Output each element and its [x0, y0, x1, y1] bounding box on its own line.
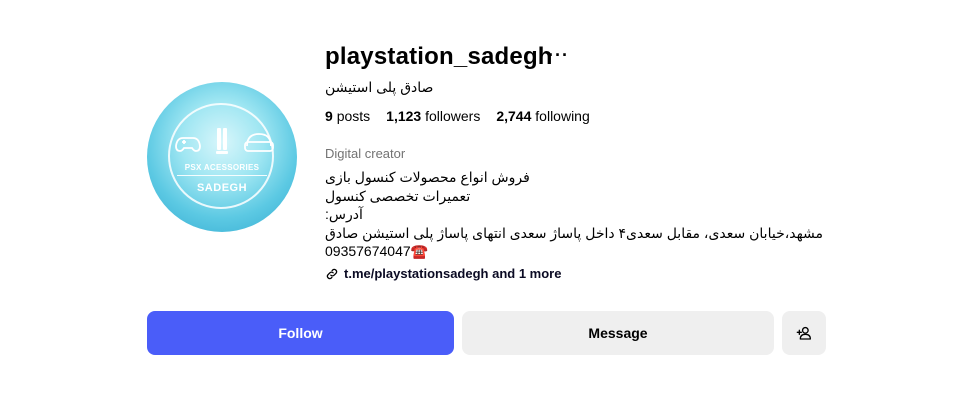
link-icon [326, 268, 338, 279]
profile-avatar[interactable]: PSX ACESSORIES SADEGH [147, 82, 297, 232]
profile-stats: 9 posts 1,123 followers 2,744 following [325, 108, 590, 124]
posts-stat[interactable]: 9 posts [325, 108, 370, 124]
following-stat[interactable]: 2,744 following [496, 108, 589, 124]
avatar-brand-line2: SADEGH [196, 182, 248, 194]
bio-line-3: آدرس: [325, 206, 363, 222]
posts-label: posts [336, 108, 371, 124]
profile-username: playstation_sadegh [325, 43, 553, 70]
followers-label: followers [425, 108, 481, 124]
add-person-icon [796, 326, 811, 340]
posts-count: 9 [325, 108, 333, 124]
suggested-accounts-button[interactable] [782, 311, 826, 355]
bio-line-2: تعمیرات تخصصی کنسول [325, 187, 471, 204]
followers-count: 1,123 [386, 108, 422, 124]
ps5-console-icon [216, 128, 228, 154]
bio-line-1: فروش انواع محصولات کنسول بازی [325, 169, 530, 185]
bio-line-5[interactable]: 09357674047☎️ [325, 242, 823, 261]
profile-full-name: صادق پلی استیشن [325, 79, 434, 95]
more-options-icon[interactable]: ··· [548, 45, 569, 66]
profile-bio: فروش انواع محصولات کنسول بازی تعمیرات تخ… [325, 168, 823, 261]
follow-button[interactable]: Follow [147, 311, 454, 355]
profile-category: Digital creator [325, 146, 406, 161]
following-label: following [535, 108, 590, 124]
avatar-icons [175, 128, 274, 154]
vr-headset-icon [244, 133, 274, 152]
profile-link[interactable]: t.me/playstationsadegh and 1 more [325, 266, 561, 281]
avatar-brand-line1: PSX ACESSORIES [184, 163, 260, 172]
followers-stat[interactable]: 1,123 followers [386, 108, 480, 124]
following-count: 2,744 [496, 108, 532, 124]
avatar-divider [177, 175, 267, 176]
profile-link-text: t.me/playstationsadegh and 1 more [344, 266, 562, 281]
message-button[interactable]: Message [462, 311, 774, 355]
profile-page: PSX ACESSORIES SADEGH playstation_sadegh… [0, 0, 977, 407]
gamepad-icon [175, 137, 201, 152]
bio-line-4: مشهد،خیابان سعدی، مقابل سعدی۴ داخل پاساژ… [325, 224, 824, 241]
